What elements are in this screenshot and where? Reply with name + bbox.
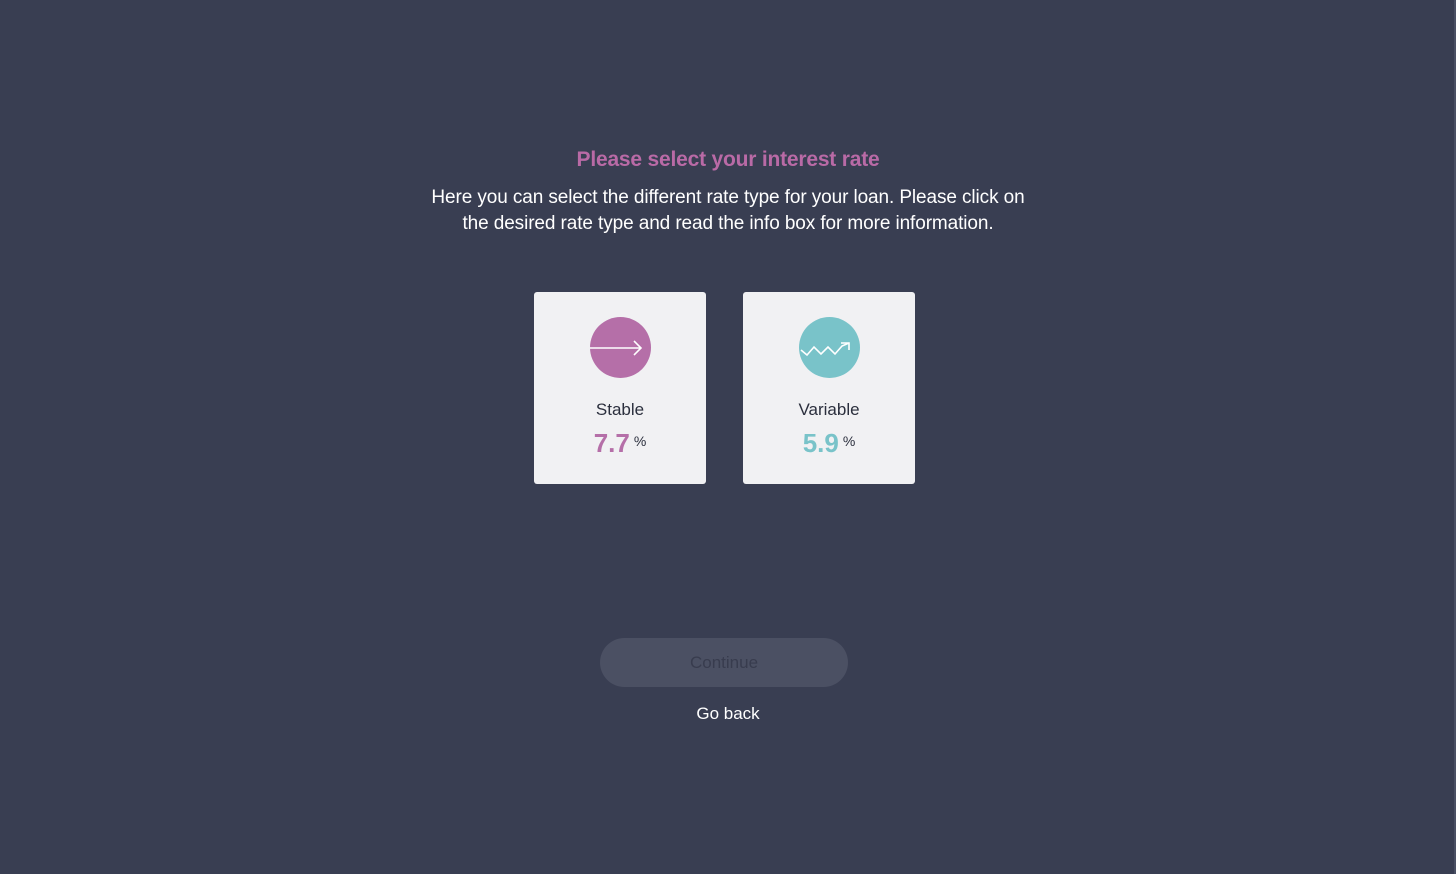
- page-title: Please select your interest rate: [576, 148, 880, 171]
- rate-card-stable[interactable]: Stable 7.7%: [534, 292, 706, 484]
- variable-icon-circle: [799, 317, 860, 378]
- continue-button[interactable]: Continue: [600, 638, 848, 687]
- rate-row: 5.9%: [743, 428, 915, 459]
- rate-value: 7.7: [593, 428, 630, 458]
- rate-value: 5.9: [802, 428, 839, 458]
- rate-unit: %: [842, 433, 856, 449]
- zigzag-trend-icon: [800, 342, 850, 357]
- rate-row: 7.7%: [534, 428, 706, 459]
- stable-icon-circle: [590, 317, 651, 378]
- rate-card-variable[interactable]: Variable 5.9%: [743, 292, 915, 484]
- rate-card-label: Variable: [798, 400, 860, 419]
- rate-card-label: Stable: [595, 400, 645, 419]
- arrow-right-icon: [590, 340, 643, 356]
- go-back-link[interactable]: Go back: [0, 704, 1456, 724]
- rate-unit: %: [633, 433, 647, 449]
- page-description: Here you can select the different rate t…: [431, 187, 1025, 234]
